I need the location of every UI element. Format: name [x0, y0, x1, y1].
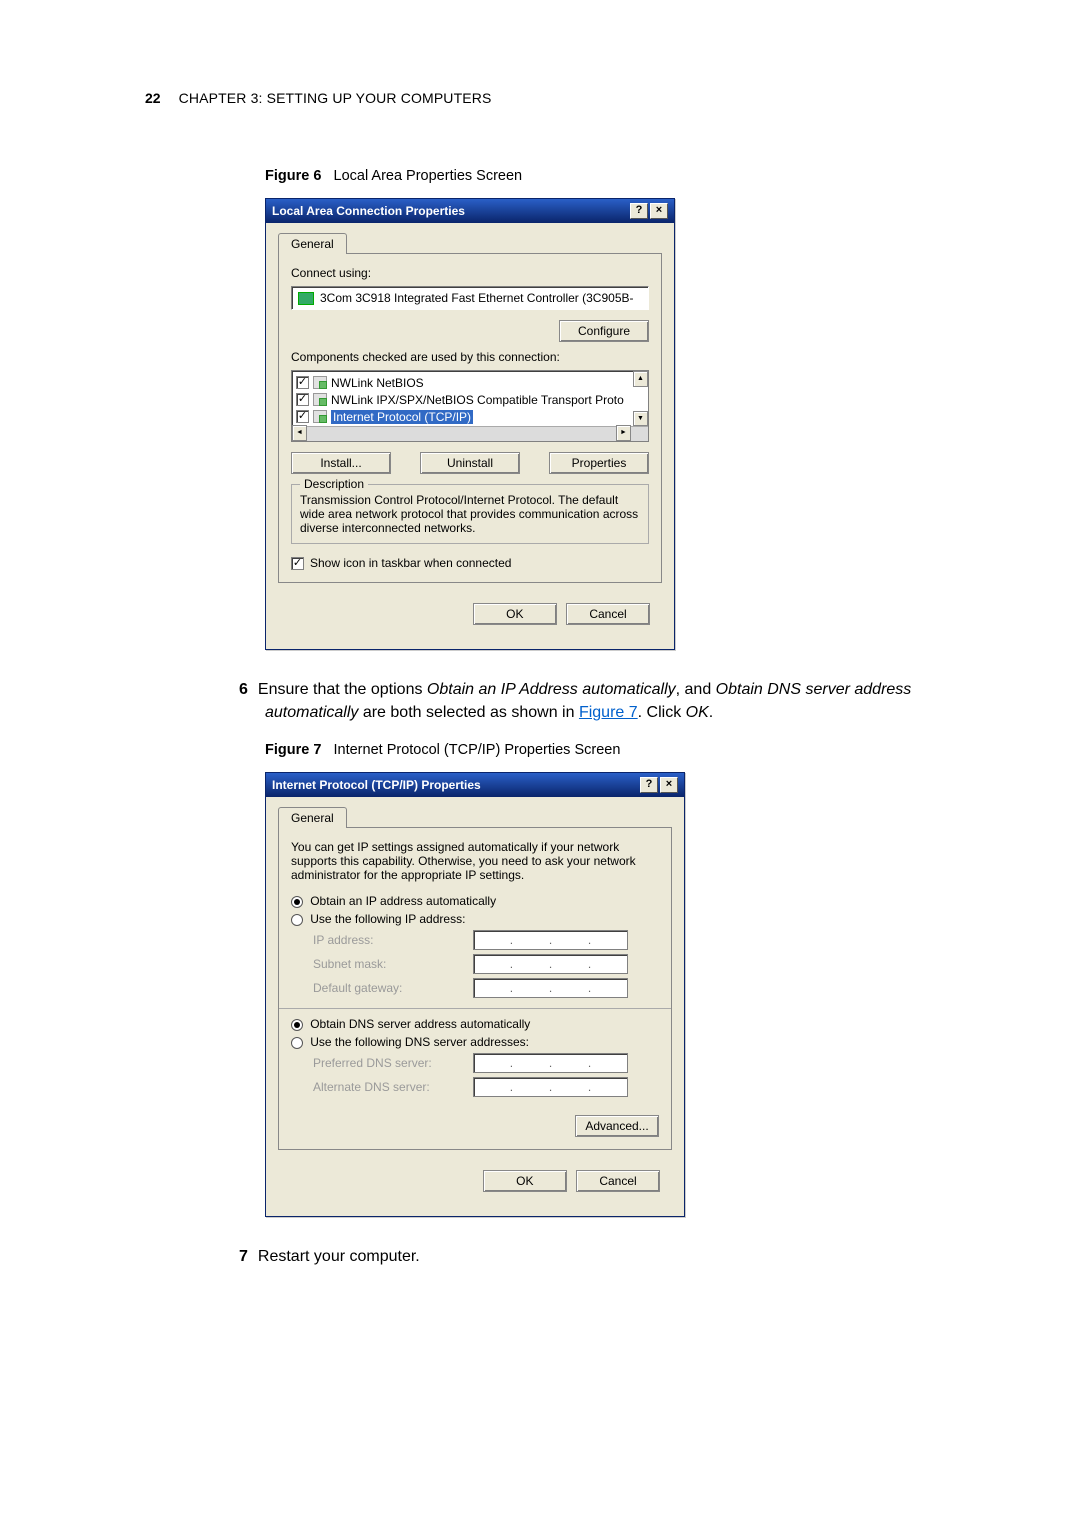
- figure7-caption-text: Internet Protocol (TCP/IP) Properties Sc…: [334, 742, 621, 758]
- figure6-label: Figure 6: [265, 168, 321, 184]
- protocol-icon: [313, 393, 327, 406]
- ok-button[interactable]: OK: [483, 1170, 567, 1192]
- alternate-dns-field: ...: [473, 1077, 628, 1097]
- adapter-field: 3Com 3C918 Integrated Fast Ethernet Cont…: [291, 286, 649, 310]
- page-header: 22 CHAPTER 3: SETTING UP YOUR COMPUTERS: [175, 90, 1000, 106]
- titlebar: Internet Protocol (TCP/IP) Properties ? …: [266, 773, 684, 797]
- tcpip-properties-dialog: Internet Protocol (TCP/IP) Properties ? …: [265, 772, 685, 1217]
- page-number: 22: [145, 90, 161, 106]
- figure7-caption: Figure 7 Internet Protocol (TCP/IP) Prop…: [265, 742, 1000, 758]
- subnet-mask-field: ...: [473, 954, 628, 974]
- advanced-button[interactable]: Advanced...: [575, 1115, 659, 1137]
- dialog-title: Internet Protocol (TCP/IP) Properties: [272, 773, 481, 797]
- checkbox-icon[interactable]: ✓: [296, 376, 309, 389]
- radio-use-following-dns[interactable]: [291, 1037, 303, 1049]
- checkbox-icon[interactable]: ✓: [296, 410, 309, 423]
- chapter-title: CHAPTER 3: SETTING UP YOUR COMPUTERS: [179, 90, 492, 106]
- radio-label: Use the following DNS server addresses:: [310, 1035, 529, 1049]
- cancel-button[interactable]: Cancel: [566, 603, 650, 625]
- radio-obtain-dns-auto[interactable]: [291, 1019, 303, 1031]
- radio-obtain-ip-auto[interactable]: [291, 896, 303, 908]
- protocol-icon: [313, 376, 327, 389]
- nic-icon: [298, 292, 314, 305]
- description-group: Description Transmission Control Protoco…: [291, 484, 649, 544]
- preferred-dns-label: Preferred DNS server:: [313, 1056, 473, 1070]
- figure7-label: Figure 7: [265, 742, 321, 758]
- intro-text: You can get IP settings assigned automat…: [291, 840, 659, 882]
- adapter-name: 3Com 3C918 Integrated Fast Ethernet Cont…: [320, 291, 634, 305]
- gateway-field: ...: [473, 978, 628, 998]
- alternate-dns-label: Alternate DNS server:: [313, 1080, 473, 1094]
- step-6: 6Ensure that the options Obtain an IP Ad…: [239, 678, 1000, 724]
- uninstall-button[interactable]: Uninstall: [420, 452, 520, 474]
- connect-using-label: Connect using:: [291, 266, 649, 280]
- scroll-up-button[interactable]: ▲: [633, 371, 648, 387]
- list-item-label: NWLink NetBIOS: [331, 376, 424, 390]
- local-area-connection-properties-dialog: Local Area Connection Properties ? × Gen…: [265, 198, 675, 650]
- step-7: 7Restart your computer.: [239, 1245, 1000, 1268]
- radio-label: Obtain an IP address automatically: [310, 894, 496, 908]
- tab-general[interactable]: General: [278, 807, 347, 828]
- cancel-button[interactable]: Cancel: [576, 1170, 660, 1192]
- subnet-mask-label: Subnet mask:: [313, 957, 473, 971]
- configure-button[interactable]: Configure: [559, 320, 649, 342]
- figure7-link[interactable]: Figure 7: [579, 704, 638, 721]
- figure6-caption-text: Local Area Properties Screen: [334, 168, 523, 184]
- list-item-label: Internet Protocol (TCP/IP): [331, 410, 473, 424]
- gateway-label: Default gateway:: [313, 981, 473, 995]
- show-icon-checkbox[interactable]: ✓: [291, 557, 304, 570]
- ok-button[interactable]: OK: [473, 603, 557, 625]
- figure6-caption: Figure 6 Local Area Properties Screen: [265, 168, 1000, 184]
- list-item[interactable]: ✓ Internet Protocol (TCP/IP): [294, 408, 646, 425]
- ip-address-label: IP address:: [313, 933, 473, 947]
- close-button[interactable]: ×: [650, 203, 668, 219]
- ip-address-field: ...: [473, 930, 628, 950]
- list-item[interactable]: ✓ NWLink IPX/SPX/NetBIOS Compatible Tran…: [294, 391, 646, 408]
- tab-general[interactable]: General: [278, 233, 347, 254]
- radio-label: Use the following IP address:: [310, 912, 465, 926]
- list-item[interactable]: ✓ NWLink NetBIOS: [294, 374, 646, 391]
- scroll-left-button[interactable]: ◄: [292, 425, 307, 441]
- step-number: 6: [239, 681, 248, 698]
- horizontal-scrollbar[interactable]: [292, 426, 648, 441]
- scroll-right-button[interactable]: ►: [616, 425, 631, 441]
- description-body: Transmission Control Protocol/Internet P…: [300, 493, 640, 535]
- install-button[interactable]: Install...: [291, 452, 391, 474]
- description-title: Description: [300, 477, 368, 491]
- components-listbox[interactable]: ✓ NWLink NetBIOS ✓ NWLink IPX/SPX/NetBIO…: [291, 370, 649, 442]
- step-number: 7: [239, 1248, 248, 1265]
- dialog-title: Local Area Connection Properties: [272, 199, 465, 223]
- show-icon-label: Show icon in taskbar when connected: [310, 556, 511, 570]
- scroll-down-button[interactable]: ▼: [633, 411, 648, 426]
- checkbox-icon[interactable]: ✓: [296, 393, 309, 406]
- help-button[interactable]: ?: [640, 777, 658, 793]
- titlebar: Local Area Connection Properties ? ×: [266, 199, 674, 223]
- preferred-dns-field: ...: [473, 1053, 628, 1073]
- protocol-icon: [313, 410, 327, 423]
- radio-use-following-ip[interactable]: [291, 914, 303, 926]
- radio-label: Obtain DNS server address automatically: [310, 1017, 530, 1031]
- close-button[interactable]: ×: [660, 777, 678, 793]
- properties-button[interactable]: Properties: [549, 452, 649, 474]
- list-item-label: NWLink IPX/SPX/NetBIOS Compatible Transp…: [331, 393, 624, 407]
- help-button[interactable]: ?: [630, 203, 648, 219]
- components-label: Components checked are used by this conn…: [291, 350, 649, 364]
